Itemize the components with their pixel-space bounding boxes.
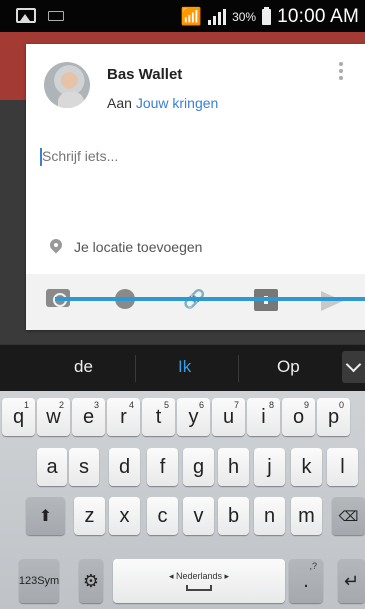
space-key[interactable]: ◂ Nederlands ▸ (113, 559, 285, 603)
status-bar: 📶 30% 10:00 AM (0, 0, 365, 32)
backspace-icon: ⌫ (338, 507, 359, 524)
symbols-key[interactable]: 123 Sym (19, 559, 59, 603)
key-y[interactable]: 6y (177, 398, 210, 436)
period-key[interactable]: ,?. (289, 559, 323, 603)
audience-selector[interactable]: Aan Jouw kringen (107, 95, 218, 111)
key-v[interactable]: v (183, 497, 214, 535)
key-i[interactable]: 8i (247, 398, 280, 436)
space-icon (186, 585, 212, 591)
key-r[interactable]: 4r (107, 398, 140, 436)
key-p[interactable]: 0p (317, 398, 350, 436)
gear-icon: ⚙ (82, 570, 100, 591)
avatar[interactable] (44, 62, 90, 108)
key-d[interactable]: d (109, 448, 140, 486)
image-icon (16, 8, 36, 23)
key-z[interactable]: z (74, 497, 105, 535)
key-k[interactable]: k (291, 448, 322, 486)
chevron-down-icon[interactable] (342, 351, 365, 383)
on-screen-keyboard: 1q 2w 3e 4r 5t 6y 7u 8i 9o 0p a s d f g … (0, 391, 365, 609)
key-j[interactable]: j (254, 448, 285, 486)
suggestion-item[interactable]: Op (277, 357, 300, 377)
key-u[interactable]: 7u (212, 398, 245, 436)
suggestion-item-highlighted[interactable]: Ik (178, 357, 191, 377)
enter-arrow-icon: ↵ (343, 570, 360, 591)
key-m[interactable]: m (291, 497, 322, 535)
add-location-button[interactable]: Je locatie toevoegen (50, 239, 202, 255)
send-icon[interactable] (321, 291, 343, 311)
keyboard-icon (48, 10, 64, 21)
key-n[interactable]: n (254, 497, 285, 535)
suggestion-divider (135, 355, 136, 382)
shift-arrow-icon: ⬆ (38, 508, 53, 525)
signal-icon (208, 9, 227, 25)
key-e[interactable]: 3e (72, 398, 105, 436)
key-h[interactable]: h (218, 448, 249, 486)
suggestion-item[interactable]: de (74, 357, 93, 377)
post-text-input[interactable] (42, 148, 332, 164)
audience-prefix: Aan (107, 95, 132, 111)
backspace-key[interactable]: ⌫ (332, 497, 365, 535)
key-w[interactable]: 2w (37, 398, 70, 436)
progress-line (55, 297, 365, 301)
add-location-label: Je locatie toevoegen (74, 239, 203, 255)
enter-key[interactable]: ↵ (338, 559, 365, 603)
key-g[interactable]: g (183, 448, 214, 486)
suggestion-divider (238, 355, 239, 382)
user-name: Bas Wallet (107, 66, 183, 83)
key-l[interactable]: l (327, 448, 358, 486)
settings-key[interactable]: ⚙ (79, 559, 103, 603)
location-pin-icon (50, 239, 62, 255)
post-action-bar: 🔗 (26, 274, 365, 330)
key-q[interactable]: 1q (2, 398, 35, 436)
compose-post-card: Bas Wallet Aan Jouw kringen Je locatie t… (26, 44, 365, 330)
key-o[interactable]: 9o (282, 398, 315, 436)
status-time: 10:00 AM (277, 6, 359, 27)
wifi-icon: 📶 (180, 7, 203, 26)
key-a[interactable]: a (37, 448, 67, 486)
battery-percentage: 30% (232, 10, 257, 24)
language-label: ◂ Nederlands ▸ (168, 571, 230, 581)
more-options-icon[interactable] (339, 62, 343, 80)
audience-circles-link[interactable]: Jouw kringen (136, 95, 219, 111)
keyboard-suggestion-bar: de Ik Op (0, 344, 365, 391)
key-t[interactable]: 5t (142, 398, 175, 436)
key-s[interactable]: s (69, 448, 99, 486)
key-x[interactable]: x (109, 497, 140, 535)
key-c[interactable]: c (147, 497, 178, 535)
key-b[interactable]: b (218, 497, 249, 535)
key-f[interactable]: f (147, 448, 178, 486)
shift-key[interactable]: ⬆ (26, 497, 65, 535)
battery-icon (262, 7, 272, 25)
